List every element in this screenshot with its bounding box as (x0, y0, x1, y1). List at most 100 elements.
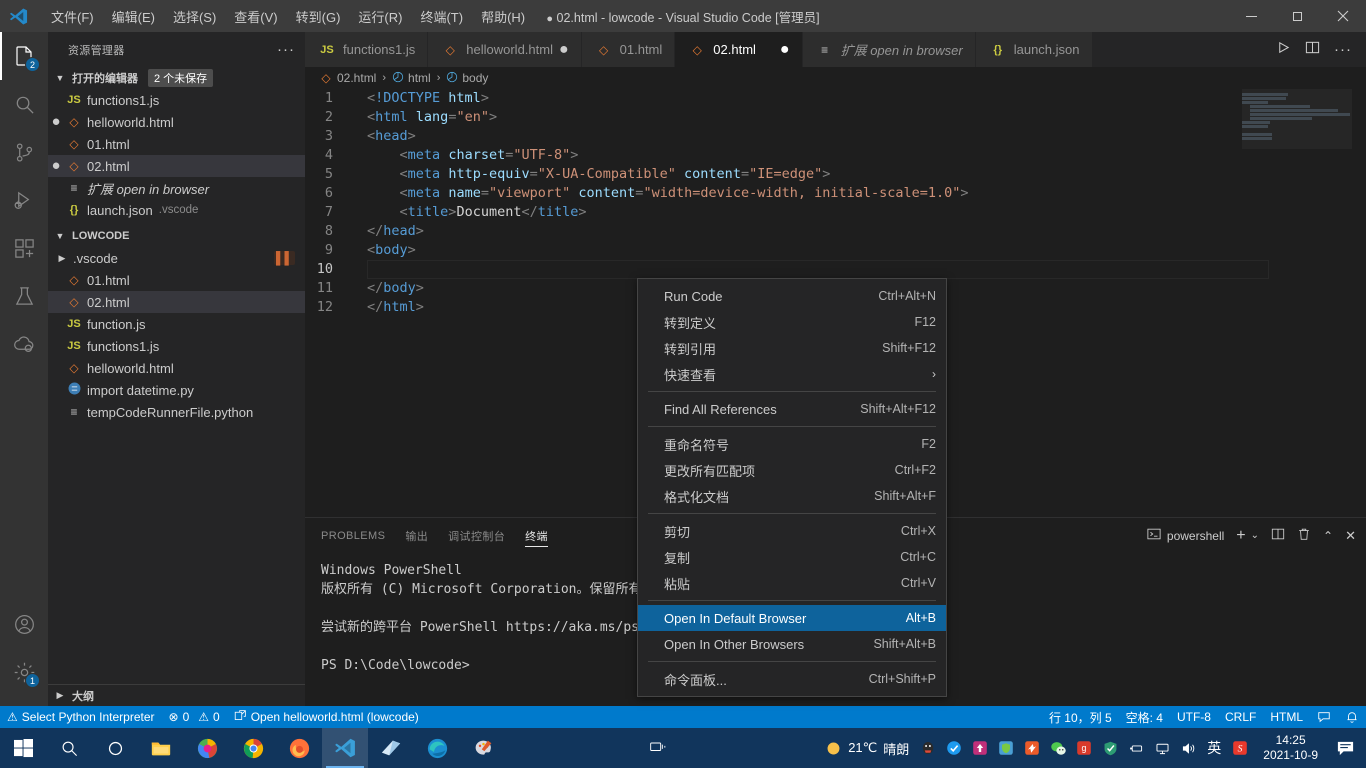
breadcrumb-file[interactable]: 02.html (337, 71, 376, 85)
activity-testing[interactable] (0, 272, 48, 320)
windows-defender-icon[interactable] (1097, 728, 1123, 768)
search-button[interactable] (46, 728, 92, 768)
notification-center-icon[interactable] (1328, 728, 1362, 768)
menuitem-change-all-occurrences[interactable]: 更改所有匹配项 Ctrl+F2 (638, 457, 946, 483)
open-editor-item[interactable]: ● ◇ helloworld.html (48, 111, 305, 133)
menu-edit[interactable]: 编辑(E) (103, 3, 164, 30)
weather-widget[interactable]: 21℃ 晴朗 (819, 739, 915, 758)
tree-item-file[interactable]: ≡ tempCodeRunnerFile.python (48, 401, 305, 423)
menu-bar[interactable]: 文件(F) 编辑(E) 选择(S) 查看(V) 转到(G) 运行(R) 终端(T… (42, 3, 534, 30)
qq-icon[interactable] (915, 728, 941, 768)
activity-remote-explorer[interactable] (0, 320, 48, 368)
status-indentation[interactable]: 空格: 4 (1119, 706, 1170, 728)
ime-indicator[interactable]: 英 (1201, 728, 1227, 768)
activity-extensions[interactable] (0, 224, 48, 272)
status-problems[interactable]: ⊗ 0 ⚠ 0 (162, 706, 227, 728)
menu-help[interactable]: 帮助(H) (472, 3, 534, 30)
collapse-panel-icon[interactable]: ⌃ (1323, 529, 1333, 543)
tab-01-html[interactable]: ◇ 01.html (581, 32, 676, 67)
section-workspace[interactable]: ▼ LOWCODE (48, 225, 305, 247)
sogou-input-icon[interactable]: S (1227, 728, 1253, 768)
kill-terminal-icon[interactable] (1297, 527, 1311, 544)
start-button[interactable] (0, 728, 46, 768)
wps-icon[interactable]: g (1071, 728, 1097, 768)
tab-output[interactable]: 输出 (405, 518, 428, 553)
clock-widget[interactable]: 14:25 2021-10-9 (1253, 733, 1328, 763)
split-terminal-icon[interactable] (1271, 527, 1285, 544)
menu-file[interactable]: 文件(F) (42, 3, 103, 30)
tree-item-file[interactable]: ◇ helloworld.html (48, 357, 305, 379)
menuitem-open-in-other-browsers[interactable]: Open In Other Browsers Shift+Alt+B (638, 631, 946, 657)
open-editor-item[interactable]: JS functions1.js (48, 89, 305, 111)
tab-functions1-js[interactable]: JS functions1.js (305, 32, 429, 67)
tab-debug-console[interactable]: 调试控制台 (448, 518, 505, 553)
new-terminal-icon[interactable]: + (1236, 527, 1245, 545)
status-feedback[interactable] (1310, 706, 1338, 728)
open-editor-item[interactable]: ≡ 扩展 open in browser (48, 177, 305, 199)
menuitem-paste[interactable]: 粘贴 Ctrl+V (638, 570, 946, 596)
chevron-down-icon[interactable]: ⌄ (1251, 530, 1259, 541)
tab-02-html[interactable]: ◇ 02.html ● (675, 32, 803, 67)
section-outline[interactable]: ▶ 大纲 (48, 684, 305, 706)
run-file-icon[interactable] (1276, 40, 1291, 60)
activity-source-control[interactable] (0, 128, 48, 176)
editor-context-menu[interactable]: Run Code Ctrl+Alt+N 转到定义 F12 转到引用 Shift+… (637, 278, 947, 697)
breadcrumb-symbol-body[interactable]: body (462, 71, 488, 85)
green-shield-icon[interactable] (993, 728, 1019, 768)
orange-app-icon[interactable] (1019, 728, 1045, 768)
firefox-icon[interactable] (276, 728, 322, 768)
menuitem-open-in-default-browser[interactable]: Open In Default Browser Alt+B (638, 605, 946, 631)
status-python-interpreter[interactable]: ⚠ Select Python Interpreter (0, 706, 162, 728)
minimize-button[interactable] (1228, 0, 1274, 32)
menuitem-go-to-definition[interactable]: 转到定义 F12 (638, 309, 946, 335)
cortana-button[interactable] (92, 728, 138, 768)
task-view-icon[interactable] (636, 728, 682, 768)
terminal-selector[interactable]: powershell (1147, 527, 1224, 544)
paint-3d-icon[interactable] (460, 728, 506, 768)
sidebar-more-icon[interactable]: ··· (277, 41, 295, 58)
status-encoding[interactable]: UTF-8 (1170, 706, 1218, 728)
upload-icon[interactable] (967, 728, 993, 768)
menu-view[interactable]: 查看(V) (225, 3, 286, 30)
tab-extension-open-in-browser[interactable]: ≡ 扩展 open in browser (802, 32, 976, 67)
menu-selection[interactable]: 选择(S) (164, 3, 225, 30)
status-language-mode[interactable]: HTML (1263, 706, 1310, 728)
tree-item-file[interactable]: import datetime.py (48, 379, 305, 401)
activity-search[interactable] (0, 80, 48, 128)
tab-launch-json[interactable]: {} launch.json (975, 32, 1093, 67)
menuitem-peek[interactable]: 快速查看 › (638, 361, 946, 387)
section-open-editors[interactable]: ▼ 打开的编辑器 2 个未保存 (48, 67, 305, 89)
visual-studio-code-icon[interactable] (322, 728, 368, 768)
status-eol[interactable]: CRLF (1218, 706, 1263, 728)
activity-accounts[interactable] (0, 600, 48, 648)
usb-device-icon[interactable] (1123, 728, 1149, 768)
menuitem-go-to-references[interactable]: 转到引用 Shift+F12 (638, 335, 946, 361)
maximize-button[interactable] (1274, 0, 1320, 32)
tab-helloworld-html[interactable]: ◇ helloworld.html ● (428, 32, 582, 67)
editor-scrollbar[interactable] (1352, 89, 1366, 517)
open-editor-item[interactable]: {} launch.json .vscode (48, 199, 305, 221)
tab-terminal[interactable]: 终端 (525, 518, 548, 553)
tree-item-file[interactable]: ◇ 01.html (48, 269, 305, 291)
menuitem-command-palette[interactable]: 命令面板... Ctrl+Shift+P (638, 666, 946, 692)
close-button[interactable] (1320, 0, 1366, 32)
volume-icon[interactable] (1175, 728, 1201, 768)
tree-item-folder[interactable]: ▶ .vscode ▌▌ (48, 247, 305, 269)
file-explorer-icon[interactable] (138, 728, 184, 768)
tab-problems[interactable]: PROBLEMS (321, 518, 385, 553)
menuitem-run-code[interactable]: Run Code Ctrl+Alt+N (638, 283, 946, 309)
breadcrumb-symbol-html[interactable]: html (408, 71, 431, 85)
wechat-icon[interactable] (1045, 728, 1071, 768)
menuitem-copy[interactable]: 复制 Ctrl+C (638, 544, 946, 570)
status-cursor-position[interactable]: 行 10，列 5 (1042, 706, 1119, 728)
tree-item-file[interactable]: JS functions1.js (48, 335, 305, 357)
google-chrome-icon[interactable] (230, 728, 276, 768)
menuitem-rename-symbol[interactable]: 重命名符号 F2 (638, 431, 946, 457)
status-notifications[interactable] (1338, 706, 1366, 728)
split-editor-icon[interactable] (1305, 40, 1320, 60)
safety-check-icon[interactable] (941, 728, 967, 768)
activity-run-and-debug[interactable] (0, 176, 48, 224)
microsoft-edge-icon[interactable] (414, 728, 460, 768)
close-panel-icon[interactable]: ✕ (1345, 528, 1356, 544)
menuitem-cut[interactable]: 剪切 Ctrl+X (638, 518, 946, 544)
